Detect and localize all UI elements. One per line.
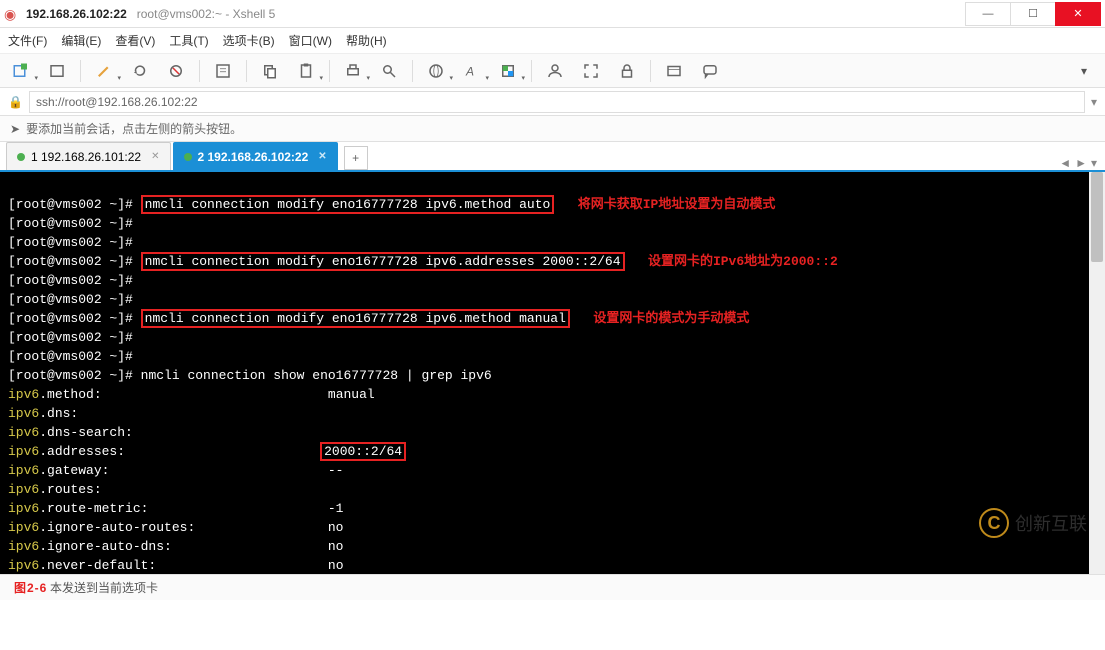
tab-list-icon[interactable]: ▾	[1091, 156, 1097, 170]
maximize-button[interactable]: ☐	[1010, 2, 1056, 26]
terminal-panel: [root@vms002 ~]# nmcli connection modify…	[0, 172, 1105, 574]
toolbar-overflow-icon[interactable]: ▾	[1069, 58, 1099, 84]
terminal-scrollbar[interactable]	[1089, 172, 1105, 574]
tab-label: 2 192.168.26.102:22	[198, 150, 309, 164]
toolbar-separator	[329, 60, 330, 82]
status-dot-icon	[17, 153, 25, 161]
menu-window[interactable]: 窗口(W)	[289, 32, 332, 49]
find-icon[interactable]	[374, 58, 404, 84]
tab-session-2[interactable]: 2 192.168.26.102:22 ✕	[173, 142, 338, 170]
new-session-icon[interactable]: ▾	[6, 58, 36, 84]
fullscreen-icon[interactable]	[576, 58, 606, 84]
toolbar-separator	[246, 60, 247, 82]
edit-icon[interactable]: ▾	[89, 58, 119, 84]
minimize-button[interactable]: —	[965, 2, 1011, 26]
toolbar-separator	[650, 60, 651, 82]
toolbar-separator	[80, 60, 81, 82]
title-subtitle: root@vms002:~ - Xshell 5	[137, 7, 276, 21]
menu-tabs[interactable]: 选项卡(B)	[223, 32, 275, 49]
tab-close-icon[interactable]: ✕	[151, 151, 159, 162]
address-dropdown-icon[interactable]: ▾	[1091, 95, 1097, 109]
tab-session-1[interactable]: 1 192.168.26.101:22 ✕	[6, 142, 171, 170]
paste-icon[interactable]: ▾	[291, 58, 321, 84]
address-bar: 🔒 ssh://root@192.168.26.102:22 ▾	[0, 88, 1105, 116]
tab-add-button[interactable]: +	[344, 146, 368, 170]
close-button[interactable]: ✕	[1055, 2, 1101, 26]
watermark-text: 创新互联	[1015, 510, 1087, 536]
status-dot-icon	[184, 153, 192, 161]
tab-label: 1 192.168.26.101:22	[31, 150, 141, 164]
tab-bar: 1 192.168.26.101:22 ✕ 2 192.168.26.102:2…	[0, 142, 1105, 172]
toolbar-separator	[199, 60, 200, 82]
watermark: C 创新互联	[979, 508, 1087, 538]
scrollbar-thumb[interactable]	[1091, 172, 1103, 262]
svg-text:A: A	[465, 64, 474, 78]
address-input[interactable]: ssh://root@192.168.26.102:22	[29, 91, 1085, 113]
bookmark-icon[interactable]	[659, 58, 689, 84]
font-icon[interactable]: A▾	[457, 58, 487, 84]
figure-label: 图2-6	[14, 579, 47, 596]
title-bar: ◉ 192.168.26.102:22 root@vms002:~ - Xshe…	[0, 0, 1105, 28]
menu-help[interactable]: 帮助(H)	[346, 32, 387, 49]
status-text: 本发送到当前选项卡	[50, 579, 158, 596]
hint-text: 要添加当前会话，点击左侧的箭头按钮。	[26, 120, 242, 137]
toolbar-separator	[412, 60, 413, 82]
hint-arrow-icon[interactable]: ➤	[10, 122, 20, 136]
menu-file[interactable]: 文件(F)	[8, 32, 47, 49]
window-controls: — ☐ ✕	[966, 2, 1101, 26]
user-icon[interactable]	[540, 58, 570, 84]
tab-prev-icon[interactable]: ◄	[1059, 156, 1071, 170]
toolbar-separator	[531, 60, 532, 82]
address-text: ssh://root@192.168.26.102:22	[36, 95, 198, 109]
tab-close-icon[interactable]: ✕	[318, 151, 326, 162]
toolbar: ▾ ▾ ▾ ▾ ▾ A▾ ▾ ▾	[0, 54, 1105, 88]
reconnect-icon[interactable]	[125, 58, 155, 84]
title-host: 192.168.26.102:22	[26, 7, 127, 21]
app-icon: ◉	[4, 6, 20, 22]
hint-bar: ➤ 要添加当前会话，点击左侧的箭头按钮。	[0, 116, 1105, 142]
color-icon[interactable]: ▾	[493, 58, 523, 84]
tab-next-icon[interactable]: ►	[1075, 156, 1087, 170]
disconnect-icon[interactable]	[161, 58, 191, 84]
copy-icon[interactable]	[255, 58, 285, 84]
menu-view[interactable]: 查看(V)	[115, 32, 155, 49]
lock-icon[interactable]	[612, 58, 642, 84]
address-lock-icon: 🔒	[8, 95, 23, 109]
properties-icon[interactable]	[208, 58, 238, 84]
open-icon[interactable]	[42, 58, 72, 84]
menu-bar: 文件(F) 编辑(E) 查看(V) 工具(T) 选项卡(B) 窗口(W) 帮助(…	[0, 28, 1105, 54]
menu-tools[interactable]: 工具(T)	[169, 32, 208, 49]
menu-edit[interactable]: 编辑(E)	[61, 32, 101, 49]
watermark-icon: C	[979, 508, 1009, 538]
terminal-output[interactable]: [root@vms002 ~]# nmcli connection modify…	[0, 172, 1105, 574]
print-icon[interactable]: ▾	[338, 58, 368, 84]
language-icon[interactable]: ▾	[421, 58, 451, 84]
chat-icon[interactable]	[695, 58, 725, 84]
tab-nav: ◄ ► ▾	[1059, 156, 1105, 170]
status-bar: 图2-6 本发送到当前选项卡	[0, 574, 1105, 600]
